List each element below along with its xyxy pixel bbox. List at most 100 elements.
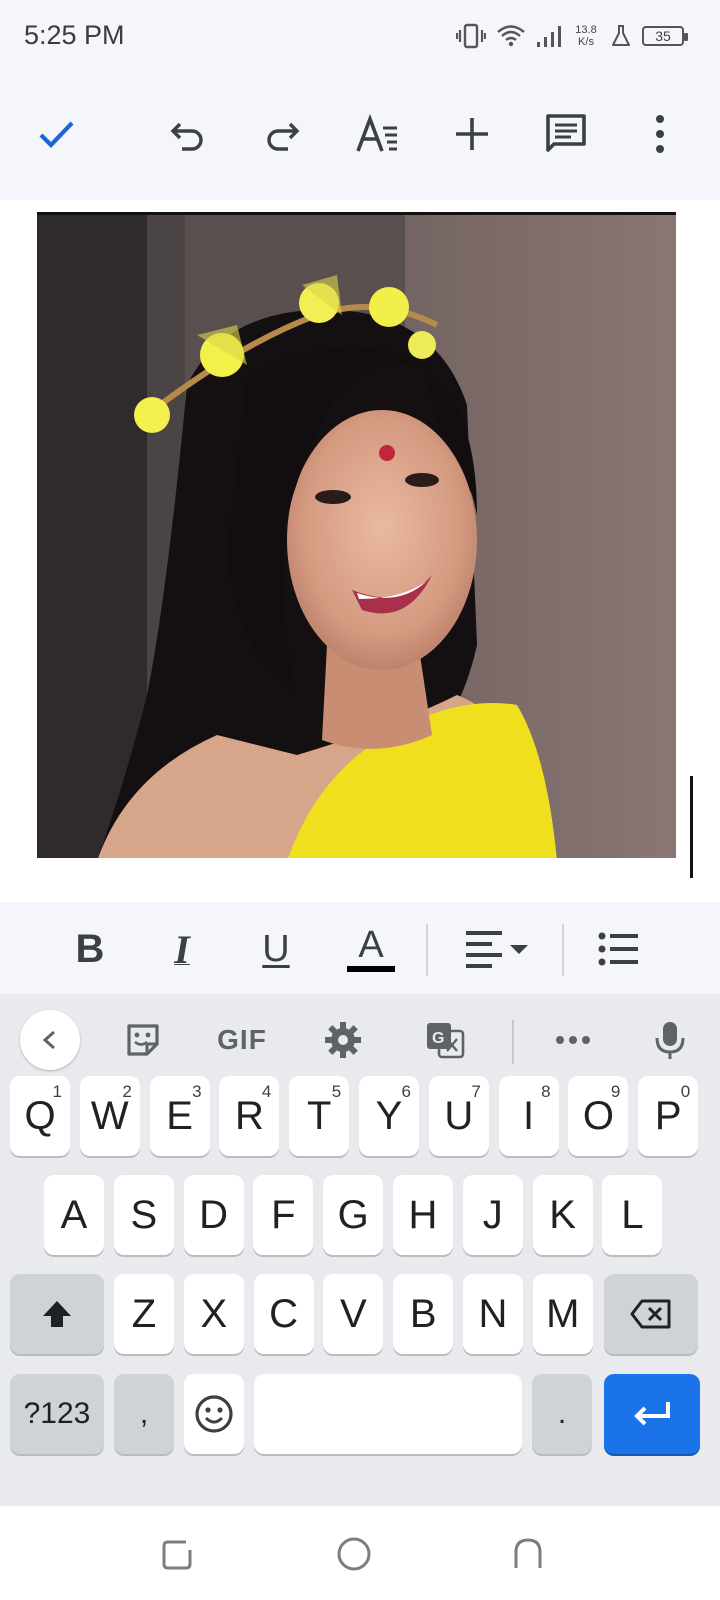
comma-key-label: , <box>139 1397 149 1430</box>
emoji-key[interactable] <box>184 1374 244 1454</box>
status-bar: 5:25 PM 13.8 K/s 35 <box>0 0 720 76</box>
key-label: P <box>654 1093 682 1138</box>
key-q[interactable]: Q1 <box>10 1076 70 1156</box>
key-label: E <box>166 1093 193 1138</box>
shift-key[interactable] <box>10 1274 104 1354</box>
key-a[interactable]: A <box>44 1175 104 1255</box>
key-t[interactable]: T5 <box>289 1076 350 1156</box>
key-label: K <box>549 1192 576 1237</box>
text-color-label: A <box>358 924 384 966</box>
key-m[interactable]: M <box>532 1274 593 1354</box>
key-d[interactable]: D <box>183 1175 244 1255</box>
document-toolbar <box>0 76 720 200</box>
mic-icon[interactable] <box>648 1012 692 1068</box>
sticker-icon[interactable] <box>118 1012 168 1068</box>
system-nav-bar <box>0 1506 720 1600</box>
translate-icon[interactable]: G <box>420 1012 470 1068</box>
key-u[interactable]: U7 <box>428 1076 489 1156</box>
status-time: 5:25 PM <box>24 20 125 50</box>
key-hint: 6 <box>401 1082 411 1101</box>
document-body[interactable] <box>0 200 720 902</box>
svg-text:G: G <box>432 1030 444 1047</box>
key-label: Q <box>24 1093 56 1138</box>
emoji-icon <box>195 1395 233 1433</box>
key-hint: 2 <box>122 1082 132 1101</box>
key-c[interactable]: C <box>253 1274 314 1354</box>
key-hint: 3 <box>192 1082 202 1101</box>
space-key[interactable] <box>254 1374 522 1454</box>
key-e[interactable]: E3 <box>149 1076 210 1156</box>
document-image[interactable] <box>37 212 676 858</box>
underline-button[interactable]: U <box>254 922 298 976</box>
align-left-icon[interactable] <box>462 922 532 976</box>
key-label: H <box>408 1192 438 1237</box>
bold-label: B <box>75 926 105 971</box>
backspace-key[interactable] <box>604 1274 698 1354</box>
key-x[interactable]: X <box>183 1274 244 1354</box>
text-format-icon[interactable] <box>350 106 406 162</box>
settings-gear-icon[interactable] <box>318 1012 368 1068</box>
key-label: F <box>271 1192 296 1237</box>
key-b[interactable]: B <box>393 1274 454 1354</box>
comma-key[interactable]: , <box>114 1374 174 1454</box>
key-label: C <box>269 1291 299 1336</box>
italic-button[interactable]: I <box>160 922 204 976</box>
symbols-key[interactable]: ?123 <box>10 1374 104 1454</box>
key-j[interactable]: J <box>462 1175 523 1255</box>
redo-icon[interactable] <box>254 106 310 162</box>
key-y[interactable]: Y6 <box>359 1076 419 1156</box>
enter-key[interactable] <box>604 1374 700 1454</box>
text-color-button[interactable]: A <box>346 922 396 976</box>
key-label: Y <box>375 1093 403 1138</box>
bold-button[interactable]: B <box>68 922 112 976</box>
undo-icon[interactable] <box>160 106 216 162</box>
key-h[interactable]: H <box>393 1175 453 1255</box>
gif-button[interactable]: GIF <box>212 1012 272 1068</box>
key-n[interactable]: N <box>463 1274 523 1354</box>
underline-label: U <box>262 927 290 970</box>
key-hint: 1 <box>52 1082 62 1101</box>
key-label: N <box>478 1291 508 1336</box>
key-p[interactable]: P0 <box>638 1076 699 1156</box>
keyboard-toolbar-divider <box>512 1020 514 1064</box>
key-w[interactable]: W2 <box>79 1076 140 1156</box>
recents-icon[interactable] <box>156 1532 200 1576</box>
signal-icon <box>536 23 562 49</box>
key-hint: 8 <box>541 1082 551 1101</box>
check-icon[interactable] <box>28 106 84 162</box>
key-s[interactable]: S <box>113 1175 174 1255</box>
key-r[interactable]: R4 <box>219 1076 280 1156</box>
home-icon[interactable] <box>332 1532 376 1576</box>
text-cursor <box>690 776 693 878</box>
format-bar: B I U A <box>0 902 720 994</box>
key-label: D <box>199 1192 229 1237</box>
bulleted-list-icon[interactable] <box>596 922 640 976</box>
back-icon[interactable] <box>506 1532 550 1576</box>
comment-icon[interactable] <box>538 106 594 162</box>
key-label: I <box>523 1093 535 1138</box>
chevron-left-icon[interactable] <box>20 1010 80 1070</box>
symbols-key-label: ?123 <box>23 1397 91 1430</box>
wifi-icon <box>496 23 526 49</box>
key-label: U <box>444 1093 474 1138</box>
key-g[interactable]: G <box>323 1175 384 1255</box>
key-label: X <box>200 1291 228 1336</box>
italic-label: I <box>174 926 190 972</box>
key-v[interactable]: V <box>323 1274 384 1354</box>
key-label: T <box>306 1093 332 1138</box>
period-key[interactable]: . <box>532 1374 592 1454</box>
more-horiz-icon[interactable] <box>548 1012 598 1068</box>
net-speed-value: 13.8 <box>575 24 597 36</box>
key-o[interactable]: O9 <box>568 1076 629 1156</box>
key-l[interactable]: L <box>602 1175 663 1255</box>
key-i[interactable]: I8 <box>498 1076 559 1156</box>
vibrate-icon <box>456 23 486 49</box>
key-hint: 7 <box>471 1082 481 1101</box>
key-k[interactable]: K <box>532 1175 593 1255</box>
key-label: M <box>546 1291 580 1336</box>
key-hint: 0 <box>680 1082 691 1101</box>
more-vert-icon[interactable] <box>632 106 688 162</box>
insert-plus-icon[interactable] <box>444 106 500 162</box>
key-z[interactable]: Z <box>114 1274 174 1354</box>
key-f[interactable]: F <box>253 1175 314 1255</box>
